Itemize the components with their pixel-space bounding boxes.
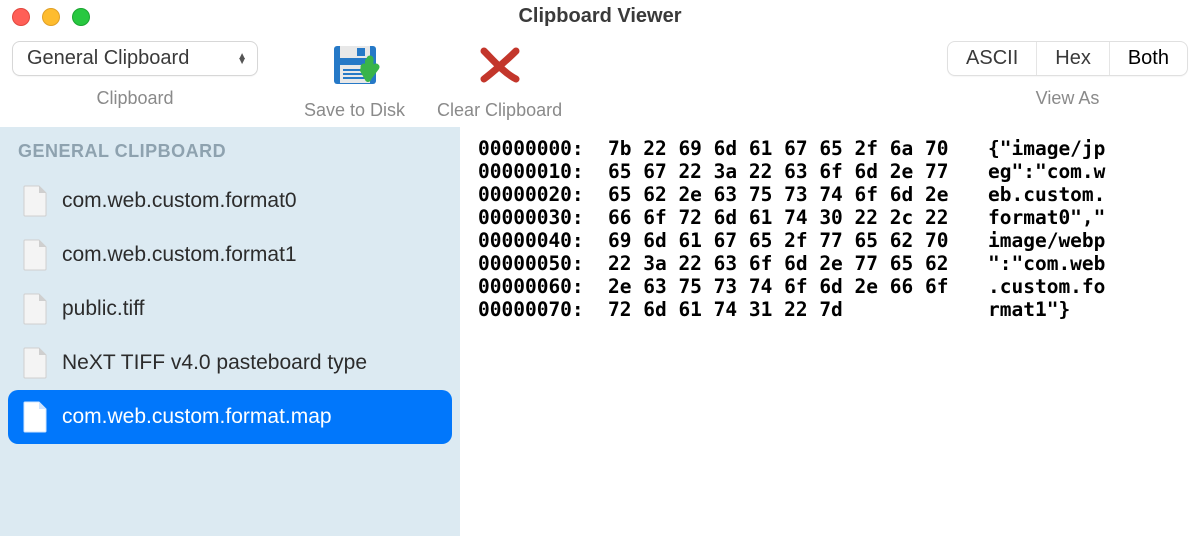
hex-bytes: 2e 63 75 73 74 6f 6d 2e 66 6f — [608, 275, 988, 298]
minimize-icon[interactable] — [42, 8, 60, 26]
list-item[interactable]: public.tiff — [0, 282, 460, 336]
viewas-label: View As — [1036, 88, 1100, 109]
sidebar-list: com.web.custom.format0 com.web.custom.fo… — [0, 174, 460, 444]
list-item[interactable]: com.web.custom.format.map — [8, 390, 452, 444]
clipboard-dropdown-value: General Clipboard — [27, 47, 189, 70]
clipboard-group: General Clipboard ▲▼ Clipboard — [12, 41, 258, 109]
hex-ascii: {"image/jp — [988, 137, 1105, 160]
hex-view: 00000000:7b 22 69 6d 61 67 65 2f 6a 70{"… — [460, 127, 1200, 536]
hex-offset: 00000060: — [478, 275, 608, 298]
file-icon — [22, 293, 48, 325]
hex-ascii: image/webp — [988, 229, 1105, 252]
list-item-label: NeXT TIFF v4.0 pasteboard type — [62, 351, 367, 375]
hex-offset: 00000010: — [478, 160, 608, 183]
toolbar: General Clipboard ▲▼ Clipboard — [0, 33, 1200, 127]
titlebar: Clipboard Viewer — [0, 0, 1200, 33]
hex-row: 00000030:66 6f 72 6d 61 74 30 22 2c 22fo… — [478, 206, 1182, 229]
viewas-hex-button[interactable]: Hex — [1037, 42, 1110, 75]
hex-bytes: 22 3a 22 63 6f 6d 2e 77 65 62 — [608, 252, 988, 275]
hex-row: 00000060:2e 63 75 73 74 6f 6d 2e 66 6f.c… — [478, 275, 1182, 298]
viewas-ascii-button[interactable]: ASCII — [948, 42, 1037, 75]
hex-ascii: ":"com.web — [988, 252, 1105, 275]
sidebar: GENERAL CLIPBOARD com.web.custom.format0… — [0, 127, 460, 536]
hex-bytes: 7b 22 69 6d 61 67 65 2f 6a 70 — [608, 137, 988, 160]
x-icon — [478, 41, 522, 88]
hex-offset: 00000020: — [478, 183, 608, 206]
window: Clipboard Viewer General Clipboard ▲▼ Cl… — [0, 0, 1200, 536]
hex-row: 00000020:65 62 2e 63 75 73 74 6f 6d 2eeb… — [478, 183, 1182, 206]
hex-ascii: eb.custom. — [988, 183, 1105, 206]
file-icon — [22, 239, 48, 271]
list-item[interactable]: com.web.custom.format1 — [0, 228, 460, 282]
list-item-label: com.web.custom.format.map — [62, 405, 332, 429]
hex-row: 00000000:7b 22 69 6d 61 67 65 2f 6a 70{"… — [478, 137, 1182, 160]
hex-bytes: 65 67 22 3a 22 63 6f 6d 2e 77 — [608, 160, 988, 183]
clipboard-dropdown[interactable]: General Clipboard ▲▼ — [12, 41, 258, 76]
viewas-segmented: ASCII Hex Both — [947, 41, 1188, 76]
hex-ascii: format0"," — [988, 206, 1105, 229]
close-icon[interactable] — [12, 8, 30, 26]
hex-row: 00000010:65 67 22 3a 22 63 6f 6d 2e 77eg… — [478, 160, 1182, 183]
list-item-label: public.tiff — [62, 297, 145, 321]
hex-offset: 00000050: — [478, 252, 608, 275]
file-icon — [22, 347, 48, 379]
sidebar-section-title: GENERAL CLIPBOARD — [0, 137, 460, 174]
clear-label: Clear Clipboard — [437, 100, 562, 121]
hex-row: 00000070:72 6d 61 74 31 22 7drmat1"} — [478, 298, 1182, 321]
list-item[interactable]: NeXT TIFF v4.0 pasteboard type — [0, 336, 460, 390]
hex-row: 00000040:69 6d 61 67 65 2f 77 65 62 70im… — [478, 229, 1182, 252]
hex-offset: 00000030: — [478, 206, 608, 229]
save-label: Save to Disk — [304, 100, 405, 121]
zoom-icon[interactable] — [72, 8, 90, 26]
viewas-both-button[interactable]: Both — [1110, 42, 1187, 75]
hex-row: 00000050:22 3a 22 63 6f 6d 2e 77 65 62":… — [478, 252, 1182, 275]
hex-bytes: 65 62 2e 63 75 73 74 6f 6d 2e — [608, 183, 988, 206]
hex-offset: 00000000: — [478, 137, 608, 160]
list-item-label: com.web.custom.format1 — [62, 243, 297, 267]
window-controls — [12, 8, 90, 26]
hex-ascii: rmat1"} — [988, 298, 1070, 321]
content: GENERAL CLIPBOARD com.web.custom.format0… — [0, 127, 1200, 536]
clipboard-group-label: Clipboard — [96, 88, 173, 109]
hex-offset: 00000070: — [478, 298, 608, 321]
list-item-label: com.web.custom.format0 — [62, 189, 297, 213]
save-icon — [330, 41, 380, 88]
chevron-updown-icon: ▲▼ — [237, 54, 247, 64]
hex-ascii: eg":"com.w — [988, 160, 1105, 183]
hex-bytes: 69 6d 61 67 65 2f 77 65 62 70 — [608, 229, 988, 252]
file-icon — [22, 185, 48, 217]
save-to-disk-button[interactable]: Save to Disk — [304, 41, 405, 121]
list-item[interactable]: com.web.custom.format0 — [0, 174, 460, 228]
file-icon — [22, 401, 48, 433]
hex-offset: 00000040: — [478, 229, 608, 252]
hex-bytes: 66 6f 72 6d 61 74 30 22 2c 22 — [608, 206, 988, 229]
hex-bytes: 72 6d 61 74 31 22 7d — [608, 298, 988, 321]
viewas-group: ASCII Hex Both View As — [947, 41, 1188, 109]
hex-ascii: .custom.fo — [988, 275, 1105, 298]
clear-clipboard-button[interactable]: Clear Clipboard — [437, 41, 562, 121]
window-title: Clipboard Viewer — [518, 5, 681, 28]
